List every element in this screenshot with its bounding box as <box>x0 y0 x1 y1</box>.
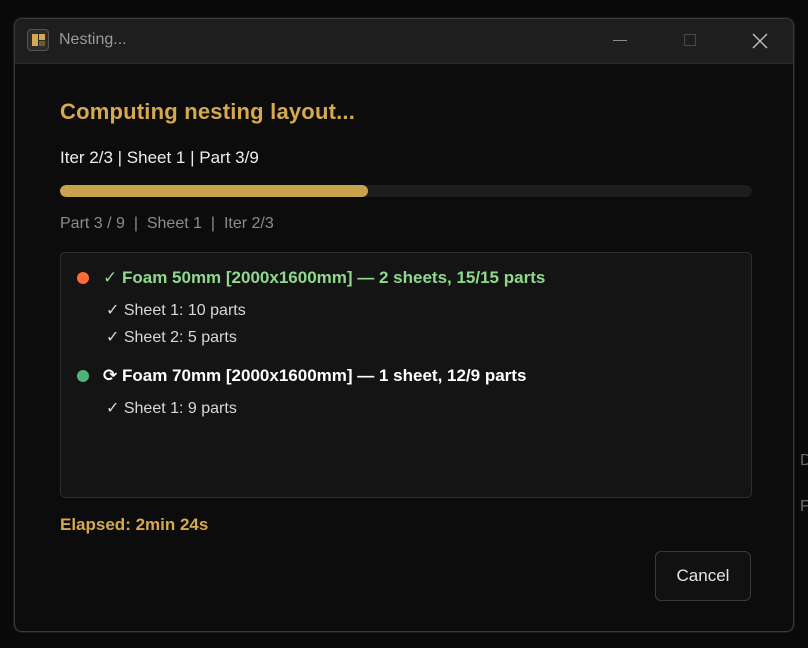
close-button[interactable] <box>737 19 783 63</box>
sheet-line: ✓ Sheet 2: 5 parts <box>106 329 237 346</box>
nesting-log-panel: ✓ Foam 50mm [2000x1600mm] — 2 sheets, 15… <box>60 252 752 498</box>
background-text-fragment: D <box>800 452 808 469</box>
sheet-line: ✓ Sheet 1: 10 parts <box>106 302 246 319</box>
maximize-icon <box>684 34 696 46</box>
minimize-button[interactable] <box>597 19 643 63</box>
material-title: ✓ Foam 50mm [2000x1600mm] — 2 sheets, 15… <box>103 268 546 287</box>
cancel-button[interactable]: Cancel <box>655 551 751 601</box>
window-title: Nesting... <box>59 31 127 48</box>
maximize-button[interactable] <box>667 19 713 63</box>
progress-status-line: Iter 2/3 | Sheet 1 | Part 3/9 <box>60 148 259 167</box>
title-bar: Nesting... <box>15 19 793 64</box>
progress-bar <box>60 185 752 197</box>
progress-sub-status: Part 3 / 9 | Sheet 1 | Iter 2/3 <box>60 215 274 232</box>
material-title: ⟳ Foam 70mm [2000x1600mm] — 1 sheet, 12/… <box>103 366 527 385</box>
progress-bar-fill <box>60 185 368 197</box>
app-logo-icon <box>27 29 49 51</box>
dialog-heading: Computing nesting layout... <box>60 99 356 124</box>
sheet-line: ✓ Sheet 1: 9 parts <box>106 400 237 417</box>
elapsed-time: Elapsed: 2min 24s <box>60 515 209 534</box>
background-text-fragment: F <box>800 498 808 515</box>
status-dot-icon <box>77 272 89 284</box>
close-icon <box>752 33 768 49</box>
status-dot-icon <box>77 370 89 382</box>
minimize-icon <box>613 40 627 41</box>
nesting-dialog: Nesting... Computing nesting layout... I… <box>14 18 794 632</box>
